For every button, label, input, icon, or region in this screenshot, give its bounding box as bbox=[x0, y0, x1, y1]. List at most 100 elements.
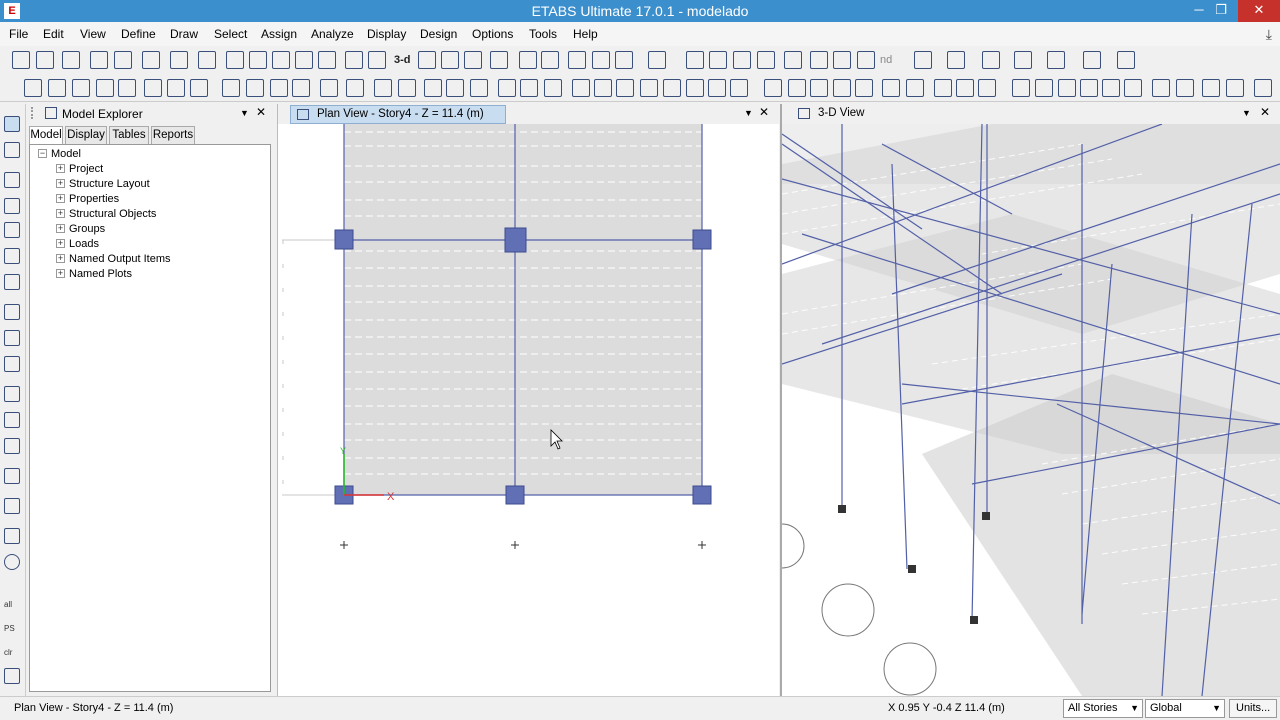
snap-ends-icon[interactable] bbox=[398, 79, 416, 97]
design-composite-icon[interactable] bbox=[1058, 79, 1076, 97]
draw-column-vertical-icon[interactable] bbox=[4, 222, 20, 238]
zoom-window-icon[interactable] bbox=[226, 51, 244, 69]
menu-file[interactable]: File bbox=[9, 27, 28, 41]
zoom-in-icon[interactable] bbox=[272, 51, 290, 69]
expand-icon[interactable]: + bbox=[56, 164, 65, 173]
expand-icon[interactable]: + bbox=[56, 194, 65, 203]
draw-beam-vertical-icon[interactable] bbox=[4, 248, 20, 264]
draw-column-icon[interactable] bbox=[96, 79, 114, 97]
rotate-view-icon[interactable] bbox=[464, 51, 482, 69]
grid-lines-icon[interactable] bbox=[346, 79, 364, 97]
draw-wall-vertical-icon[interactable] bbox=[4, 386, 20, 402]
elevation-view-icon[interactable] bbox=[441, 51, 459, 69]
shear-wall-design-icon[interactable] bbox=[1083, 51, 1101, 69]
steel-design-icon[interactable] bbox=[982, 51, 1000, 69]
cut-icon[interactable] bbox=[222, 79, 240, 97]
design-summary-icon[interactable] bbox=[1202, 79, 1220, 97]
menu-analyze[interactable]: Analyze bbox=[311, 27, 354, 41]
design-wall-icon[interactable] bbox=[1102, 79, 1120, 97]
draw-joint-vertical-icon[interactable] bbox=[4, 172, 20, 188]
draw-rect-floor-icon[interactable] bbox=[4, 330, 20, 346]
download-icon[interactable]: ⤓ bbox=[1266, 26, 1272, 43]
draw-frame-vertical-icon[interactable] bbox=[4, 198, 20, 214]
coordinate-system-selector[interactable]: Global ▼ bbox=[1145, 699, 1225, 718]
draw-tendon-icon[interactable] bbox=[4, 528, 20, 544]
expand-icon[interactable]: + bbox=[56, 269, 65, 278]
copy-icon[interactable] bbox=[246, 79, 264, 97]
tree-node-named-output-items[interactable]: + Named Output Items bbox=[56, 253, 171, 265]
draw-floor-icon[interactable] bbox=[4, 304, 20, 320]
delete-icon[interactable] bbox=[292, 79, 310, 97]
wall-icon[interactable] bbox=[733, 51, 751, 69]
snap-lines-icon[interactable] bbox=[520, 79, 538, 97]
assign-load-icon[interactable] bbox=[640, 79, 658, 97]
measure-icon[interactable] bbox=[368, 51, 386, 69]
display-reactions-icon[interactable] bbox=[906, 79, 924, 97]
display-joint-loads-icon[interactable] bbox=[764, 79, 782, 97]
draw-slab-icon[interactable] bbox=[167, 79, 185, 97]
3d-view-canvas[interactable] bbox=[782, 124, 1280, 696]
menu-define[interactable]: Define bbox=[121, 27, 156, 41]
open-icon[interactable] bbox=[36, 51, 54, 69]
story-up-icon[interactable] bbox=[519, 51, 537, 69]
menu-view[interactable]: View bbox=[80, 27, 106, 41]
expand-icon[interactable]: + bbox=[56, 239, 65, 248]
pan-icon[interactable] bbox=[345, 51, 363, 69]
display-stresses-icon[interactable] bbox=[882, 79, 900, 97]
support-icon[interactable] bbox=[810, 51, 828, 69]
display-forces-icon[interactable] bbox=[855, 79, 873, 97]
assign-joint-icon[interactable] bbox=[572, 79, 590, 97]
zoom-previous-icon[interactable] bbox=[318, 51, 336, 69]
refresh-view-icon[interactable] bbox=[615, 51, 633, 69]
panel-dropdown-icon[interactable]: ▼ bbox=[240, 108, 249, 118]
snap-intersection-icon[interactable] bbox=[446, 79, 464, 97]
assign-diaphragm-icon[interactable] bbox=[663, 79, 681, 97]
close-button[interactable]: ✕ bbox=[1238, 0, 1280, 22]
snap-fine-grid-icon[interactable] bbox=[544, 79, 562, 97]
draw-grid-icon[interactable] bbox=[4, 498, 20, 514]
display-virtual-work-icon[interactable] bbox=[978, 79, 996, 97]
menu-help[interactable]: Help bbox=[573, 27, 598, 41]
snap-midpoint-icon[interactable] bbox=[424, 79, 442, 97]
select-all-button[interactable]: all bbox=[4, 600, 12, 609]
display-hinges-icon[interactable] bbox=[934, 79, 952, 97]
reshape-icon[interactable] bbox=[4, 142, 20, 158]
assign-restraint-icon[interactable] bbox=[708, 79, 726, 97]
tree-node-loads[interactable]: + Loads bbox=[56, 238, 99, 250]
menu-draw[interactable]: Draw bbox=[170, 27, 198, 41]
menu-assign[interactable]: Assign bbox=[261, 27, 297, 41]
draw-point-icon[interactable] bbox=[48, 79, 66, 97]
plan-view-dropdown-icon[interactable]: ▼ bbox=[744, 108, 753, 118]
collapse-icon[interactable]: − bbox=[38, 149, 47, 158]
tab-display[interactable]: Display bbox=[65, 126, 107, 144]
panel-grip-icon[interactable] bbox=[31, 107, 37, 119]
tree-node-structure-layout[interactable]: + Structure Layout bbox=[56, 178, 150, 190]
plan-view-tab[interactable]: Plan View - Story4 - Z = 11.4 (m) bbox=[290, 105, 506, 124]
set-display-options-icon[interactable] bbox=[592, 51, 610, 69]
design-slab-icon[interactable] bbox=[1124, 79, 1142, 97]
tree-node-model[interactable]: − Model bbox=[38, 148, 81, 160]
tree-node-groups[interactable]: + Groups bbox=[56, 223, 105, 235]
brace-icon[interactable] bbox=[709, 51, 727, 69]
zoom-out-icon[interactable] bbox=[295, 51, 313, 69]
draw-link-icon[interactable] bbox=[4, 468, 20, 484]
tab-tables[interactable]: Tables bbox=[109, 126, 149, 144]
design-concrete-icon[interactable] bbox=[1035, 79, 1053, 97]
tree-node-named-plots[interactable]: + Named Plots bbox=[56, 268, 132, 280]
assign-frame-icon[interactable] bbox=[594, 79, 612, 97]
3d-view-tab[interactable]: 3-D View bbox=[792, 105, 880, 124]
assign-mass-icon[interactable] bbox=[686, 79, 704, 97]
draw-line-icon[interactable] bbox=[72, 79, 90, 97]
plan-view-close-icon[interactable]: ✕ bbox=[759, 105, 769, 119]
intersecting-line-select-icon[interactable] bbox=[4, 668, 20, 684]
expand-icon[interactable]: + bbox=[56, 254, 65, 263]
plan-view-icon[interactable] bbox=[418, 51, 436, 69]
story-down-icon[interactable] bbox=[541, 51, 559, 69]
design-verify-icon[interactable] bbox=[1226, 79, 1244, 97]
design-joist-icon[interactable] bbox=[1080, 79, 1098, 97]
restore-button[interactable]: ❐ bbox=[1208, 0, 1234, 22]
tree-node-properties[interactable]: + Properties bbox=[56, 193, 119, 205]
column-icon[interactable] bbox=[757, 51, 775, 69]
tree-node-project[interactable]: + Project bbox=[56, 163, 103, 175]
move-icon[interactable] bbox=[470, 79, 488, 97]
